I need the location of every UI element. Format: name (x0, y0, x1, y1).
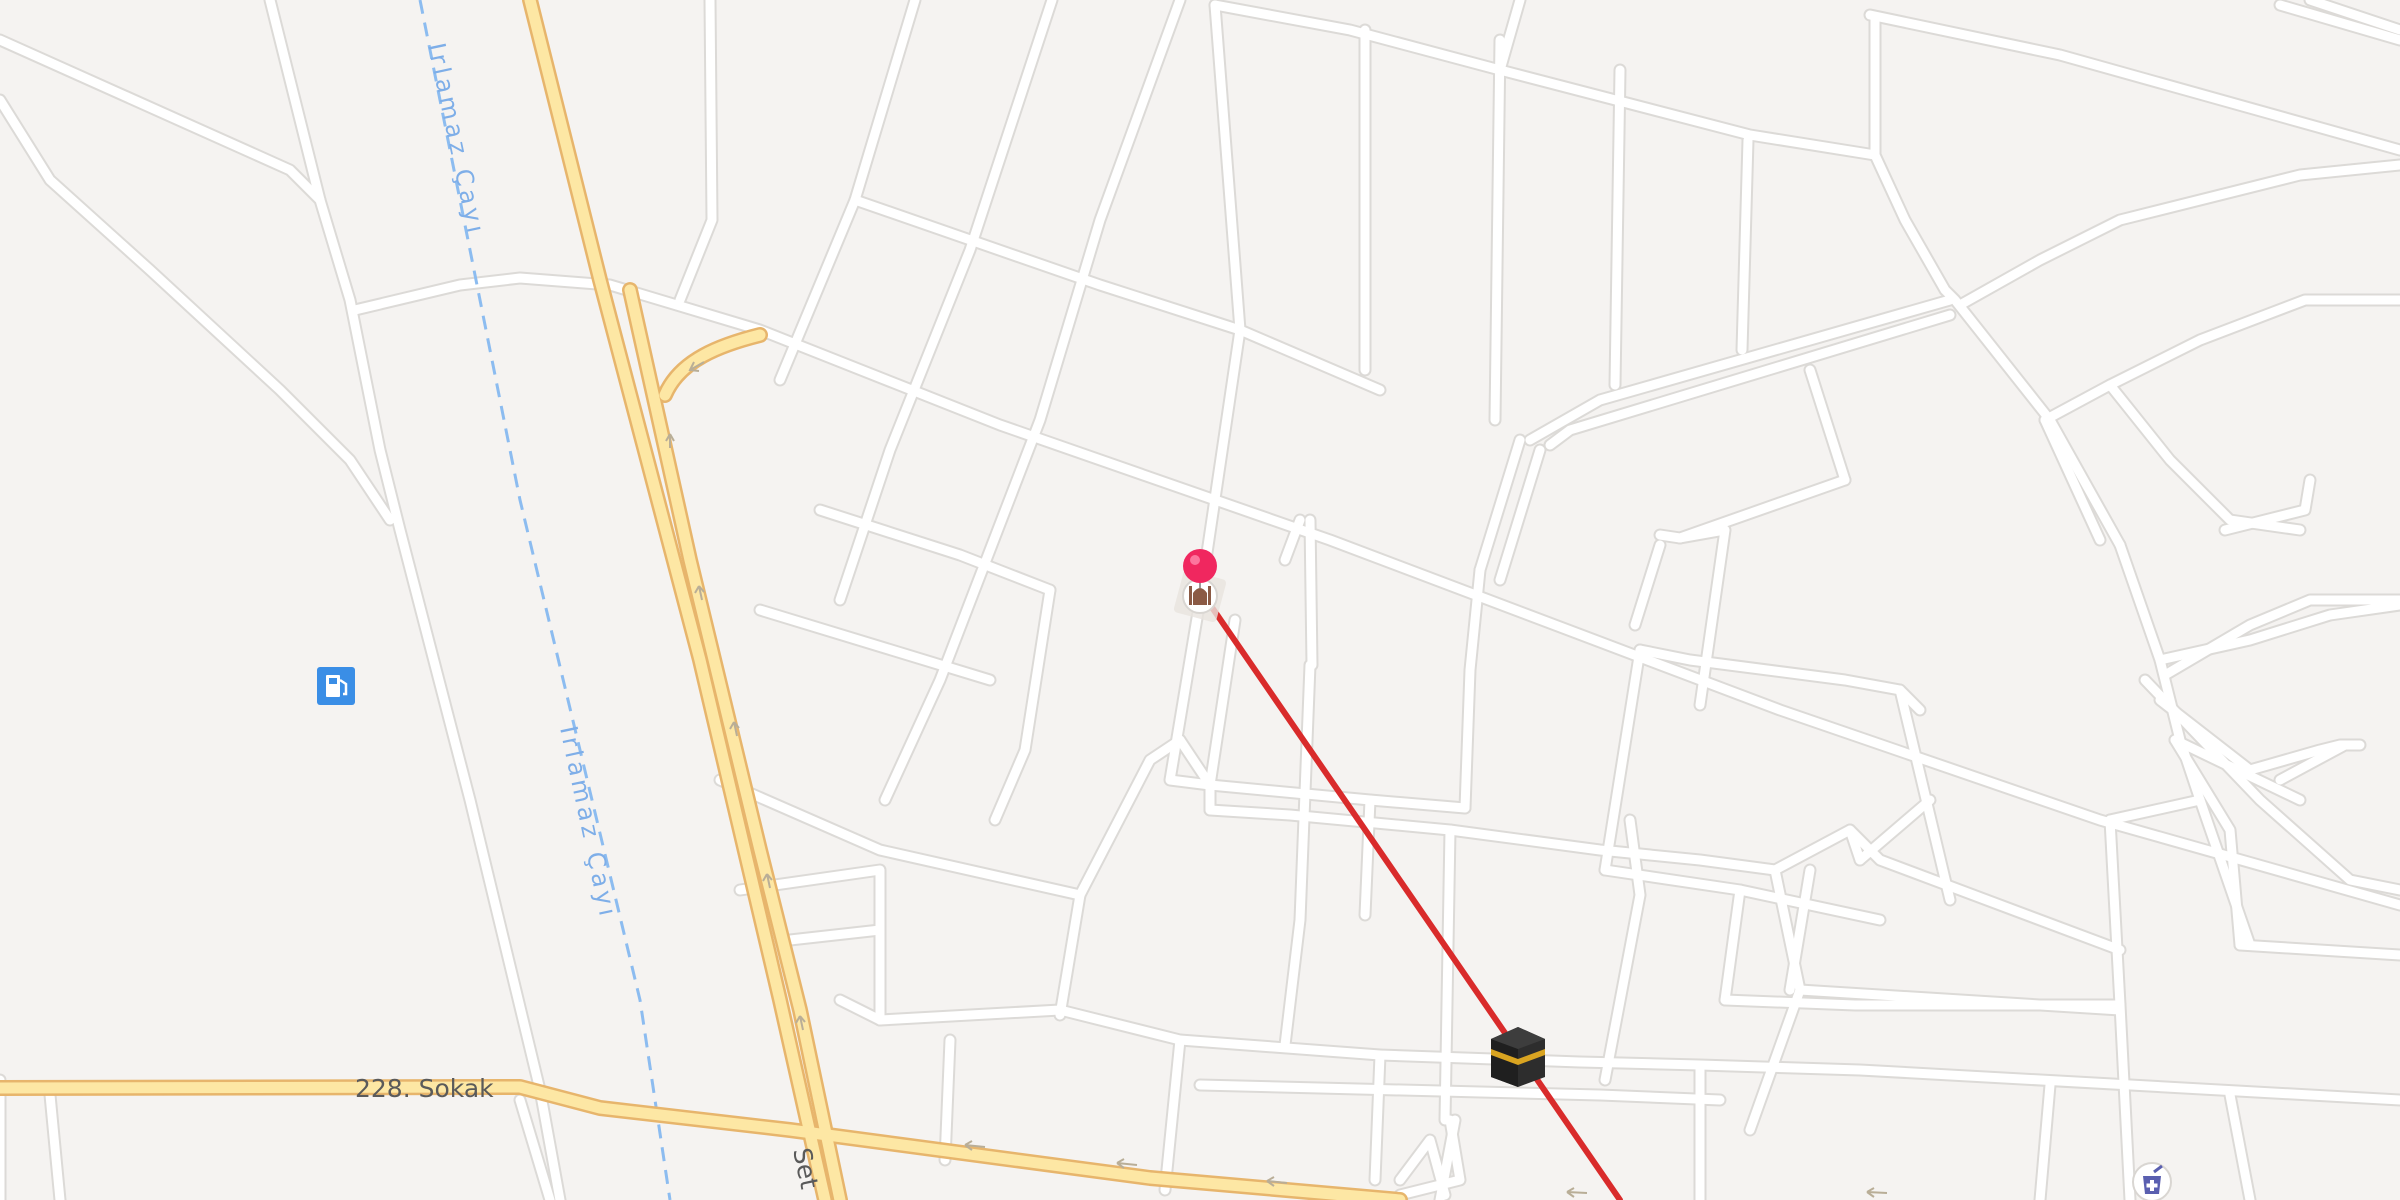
fuel-station-icon[interactable] (317, 667, 355, 705)
minor-road (1610, 65, 1625, 390)
minor-road (1360, 795, 1375, 920)
minor-road (940, 1035, 955, 1165)
minor-road (1440, 825, 1455, 1125)
minor-road (1737, 135, 1753, 355)
map-canvas[interactable]: Irlamaz Çayı Irlamaz Çayı 228. Sokak Set (0, 0, 2400, 1200)
minor-road (1305, 515, 1317, 670)
minor-road (1370, 1050, 1385, 1185)
kaaba-icon[interactable] (1491, 1027, 1545, 1087)
street-label-228-sokak: 228. Sokak (355, 1074, 494, 1103)
minor-road (1490, 35, 1505, 425)
pharmacy-icon[interactable] (2132, 1162, 2172, 1200)
